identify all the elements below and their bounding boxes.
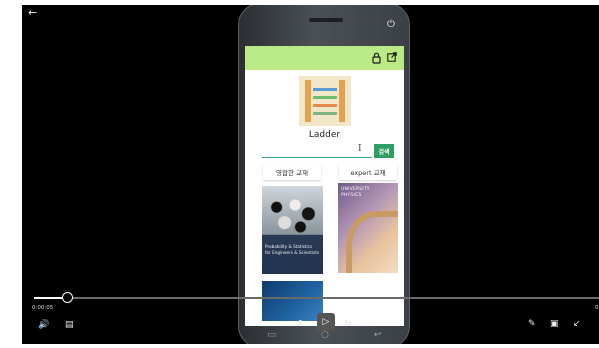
- captions-icon[interactable]: ▤: [65, 320, 74, 330]
- recent-apps-icon[interactable]: ▭: [268, 330, 277, 340]
- exit-fullscreen-icon[interactable]: ↙: [573, 319, 581, 329]
- search-input[interactable]: [262, 142, 372, 158]
- time-current: 0:00:05: [32, 305, 54, 311]
- phone-frame: ⏻ Ladder I 검색 영합한 교재 expert 교재 Probabili…: [238, 5, 410, 344]
- external-link-icon[interactable]: [387, 52, 397, 62]
- tab-expert-books[interactable]: expert 교재: [339, 164, 397, 180]
- logo-rail-right: [339, 80, 345, 122]
- volume-icon[interactable]: 🔊: [38, 320, 49, 330]
- book-cover-art: [346, 211, 398, 273]
- back-arrow-icon[interactable]: ←: [28, 7, 37, 19]
- skip-forward-label: 30: [346, 322, 352, 327]
- progress-handle[interactable]: [62, 292, 73, 303]
- logo-rung: [313, 88, 337, 91]
- pen-icon[interactable]: ✎: [528, 319, 536, 329]
- progress-fill: [34, 297, 62, 299]
- skip-back-label: 10: [297, 322, 303, 327]
- book-subtitle: PHYSICS: [341, 193, 362, 198]
- play-icon: ▷: [322, 317, 330, 327]
- text-cursor-icon: I: [358, 144, 362, 154]
- progress-track[interactable]: [34, 297, 599, 299]
- home-icon[interactable]: ○: [321, 330, 329, 340]
- phone-speaker: [309, 18, 343, 22]
- logo-rung: [313, 112, 337, 115]
- book-subtitle: for Engineers & Scientists: [265, 250, 320, 255]
- book-title: Probability & Statistics: [265, 244, 313, 249]
- book-cover-physics[interactable]: UNIVERSITY PHYSICS: [338, 183, 398, 273]
- app-bar: [245, 46, 404, 70]
- lock-icon[interactable]: [372, 52, 381, 64]
- play-button[interactable]: ▷: [317, 313, 335, 331]
- time-total: 0: [595, 305, 599, 311]
- miniplayer-icon[interactable]: ▣: [550, 319, 559, 329]
- ladder-logo: [299, 76, 351, 126]
- book-cover-probability[interactable]: Probability & Statistics for Engineers &…: [262, 186, 323, 274]
- video-player[interactable]: ← ⏻ Ladder I 검색 영합한 교재 expert 교재 Probabi…: [22, 5, 599, 344]
- book-title: UNIVERSITY: [341, 187, 370, 192]
- app-title: Ladder: [308, 130, 341, 140]
- search-button[interactable]: 검색: [374, 144, 394, 158]
- power-icon[interactable]: ⏻: [387, 19, 395, 30]
- book-cover-art: [266, 194, 319, 238]
- book-cover-third[interactable]: [262, 281, 323, 321]
- nav-back-icon[interactable]: ↩: [374, 330, 382, 340]
- logo-rail-left: [305, 80, 311, 122]
- logo-rung: [313, 104, 337, 107]
- tab-recommended-books[interactable]: 영합한 교재: [263, 164, 321, 180]
- logo-rung: [313, 96, 337, 99]
- app-screen: Ladder I 검색 영합한 교재 expert 교재 Probability…: [245, 46, 404, 326]
